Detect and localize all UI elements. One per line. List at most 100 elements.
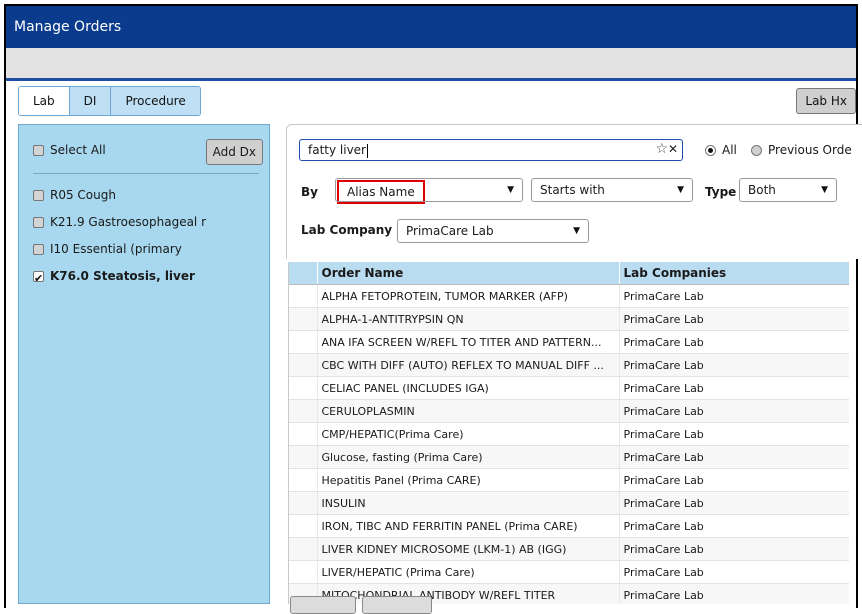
order-name-cell: CELIAC PANEL (INCLUDES IGA) bbox=[317, 376, 620, 400]
diagnosis-checkbox[interactable] bbox=[33, 244, 44, 255]
tab-lab[interactable]: Lab bbox=[19, 87, 70, 115]
order-name-cell: LIVER/HEPATIC (Prima Care) bbox=[317, 560, 620, 584]
chevron-down-icon: ▼ bbox=[821, 185, 828, 195]
lab-company-cell: PrimaCare Lab bbox=[619, 399, 849, 423]
toolbar-strip bbox=[6, 48, 856, 81]
lab-company-cell: PrimaCare Lab bbox=[619, 422, 849, 446]
lab-company-cell: PrimaCare Lab bbox=[619, 445, 849, 469]
select-all-label: Select All bbox=[50, 143, 106, 157]
lab-company-cell: PrimaCare Lab bbox=[619, 514, 849, 538]
table-row[interactable]: CERULOPLASMIN PrimaCare Lab bbox=[289, 399, 849, 423]
diagnosis-checkbox[interactable] bbox=[33, 217, 44, 228]
table-row[interactable]: CMP/HEPATIC(Prima Care) PrimaCare Lab bbox=[289, 422, 849, 446]
lab-company-cell: PrimaCare Lab bbox=[619, 307, 849, 331]
diagnosis-checkbox[interactable] bbox=[33, 190, 44, 201]
diagnosis-panel: Select All Add Dx R05 Cough K21.9 Gastro… bbox=[18, 124, 270, 604]
table-row[interactable]: ALPHA FETOPROTEIN, TUMOR MARKER (AFP) Pri… bbox=[289, 284, 849, 308]
by-label: By bbox=[301, 185, 318, 199]
clear-search-icon[interactable]: ✕ bbox=[668, 142, 678, 156]
radio-previous-orders-option[interactable]: Previous Orde bbox=[751, 143, 852, 157]
chevron-down-icon: ▼ bbox=[677, 185, 684, 195]
lab-company-cell: PrimaCare Lab bbox=[619, 583, 849, 604]
divider bbox=[33, 173, 259, 174]
lab-company-cell: PrimaCare Lab bbox=[619, 560, 849, 584]
lab-company-label: Lab Company bbox=[301, 223, 393, 237]
diagnosis-checkbox-checked[interactable] bbox=[33, 269, 44, 289]
select-all-row[interactable]: Select All bbox=[33, 143, 106, 157]
order-name-cell: IRON, TIBC AND FERRITIN PANEL (Prima CAR… bbox=[317, 514, 620, 538]
column-header-lab-companies[interactable]: Lab Companies bbox=[619, 262, 849, 285]
lab-company-cell: PrimaCare Lab bbox=[619, 468, 849, 492]
table-row[interactable]: IRON, TIBC AND FERRITIN PANEL (Prima CAR… bbox=[289, 514, 849, 538]
table-row[interactable]: CBC WITH DIFF (AUTO) REFLEX TO MANUAL DI… bbox=[289, 353, 849, 377]
chevron-down-icon: ▼ bbox=[507, 185, 514, 195]
lab-company-cell: PrimaCare Lab bbox=[619, 491, 849, 515]
radio-previous-label: Previous Orde bbox=[768, 143, 852, 157]
order-type-tabs: Lab DI Procedure bbox=[18, 86, 201, 116]
table-row[interactable]: LIVER KIDNEY MICROSOME (LKM-1) AB (IGG) P… bbox=[289, 537, 849, 561]
table-row[interactable]: ALPHA-1-ANTITRYPSIN QN PrimaCare Lab bbox=[289, 307, 849, 331]
row-select-cell[interactable] bbox=[289, 445, 318, 469]
row-select-cell[interactable] bbox=[289, 537, 318, 561]
table-row[interactable]: LIVER/HEPATIC (Prima Care) PrimaCare Lab bbox=[289, 560, 849, 584]
select-column-header bbox=[289, 262, 318, 285]
order-name-cell: CERULOPLASMIN bbox=[317, 399, 620, 423]
window-title: Manage Orders bbox=[6, 6, 856, 48]
diagnosis-item[interactable]: R05 Cough bbox=[33, 185, 265, 205]
diagnosis-item[interactable]: K76.0 Steatosis, liver bbox=[33, 266, 265, 289]
order-name-cell: INSULIN bbox=[317, 491, 620, 515]
type-label: Type bbox=[705, 185, 737, 199]
table-row[interactable]: ANA IFA SCREEN W/REFL TO TITER AND PATTE… bbox=[289, 330, 849, 354]
type-select[interactable]: Both ▼ bbox=[739, 178, 837, 202]
row-select-cell[interactable] bbox=[289, 284, 318, 308]
row-select-cell[interactable] bbox=[289, 353, 318, 377]
type-value: Both bbox=[748, 183, 776, 197]
add-dx-button[interactable]: Add Dx bbox=[205, 139, 263, 165]
row-select-cell[interactable] bbox=[289, 376, 318, 400]
diagnosis-list: R05 Cough K21.9 Gastroesophageal r I10 E… bbox=[33, 185, 265, 293]
table-row[interactable]: INSULIN PrimaCare Lab bbox=[289, 491, 849, 515]
row-select-cell[interactable] bbox=[289, 399, 318, 423]
row-select-cell[interactable] bbox=[289, 514, 318, 538]
row-select-cell[interactable] bbox=[289, 422, 318, 446]
tab-di[interactable]: DI bbox=[69, 87, 112, 115]
diagnosis-label: K76.0 Steatosis, liver bbox=[50, 269, 195, 283]
lab-company-cell: PrimaCare Lab bbox=[619, 376, 849, 400]
select-all-checkbox[interactable] bbox=[33, 145, 44, 156]
column-header-order-name[interactable]: Order Name bbox=[317, 262, 620, 285]
row-select-cell[interactable] bbox=[289, 491, 318, 515]
lab-hx-button[interactable]: Lab Hx bbox=[796, 88, 856, 114]
diagnosis-item[interactable]: I10 Essential (primary bbox=[33, 239, 265, 259]
radio-all-button[interactable] bbox=[705, 145, 716, 156]
orders-grid: Order Name Lab Companies ALPHA FETOPROTE… bbox=[288, 262, 849, 604]
order-name-cell: CBC WITH DIFF (AUTO) REFLEX TO MANUAL DI… bbox=[317, 353, 620, 377]
radio-previous-button[interactable] bbox=[751, 145, 762, 156]
diagnosis-label: I10 Essential (primary bbox=[50, 242, 182, 256]
lab-company-select[interactable]: PrimaCare Lab ▼ bbox=[397, 219, 589, 243]
order-name-cell: Glucose, fasting (Prima Care) bbox=[317, 445, 620, 469]
diagnosis-label: K21.9 Gastroesophageal r bbox=[50, 215, 207, 229]
order-name-cell: LIVER KIDNEY MICROSOME (LKM-1) AB (IGG) bbox=[317, 537, 620, 561]
lab-company-cell: PrimaCare Lab bbox=[619, 353, 849, 377]
radio-all-option[interactable]: All bbox=[705, 143, 737, 157]
table-row[interactable]: Hepatitis Panel (Prima CARE) PrimaCare La… bbox=[289, 468, 849, 492]
row-select-cell[interactable] bbox=[289, 560, 318, 584]
table-row[interactable]: Glucose, fasting (Prima Care) PrimaCare L… bbox=[289, 445, 849, 469]
match-mode-select[interactable]: Starts with ▼ bbox=[531, 178, 693, 202]
order-name-cell: ALPHA-1-ANTITRYPSIN QN bbox=[317, 307, 620, 331]
row-select-cell[interactable] bbox=[289, 307, 318, 331]
row-select-cell[interactable] bbox=[289, 468, 318, 492]
bottom-button[interactable] bbox=[362, 596, 432, 614]
order-search-input[interactable]: fatty liver ☆ ✕ bbox=[299, 139, 683, 161]
chevron-down-icon: ▼ bbox=[573, 226, 580, 236]
lab-company-cell: PrimaCare Lab bbox=[619, 537, 849, 561]
search-by-select[interactable]: ▼ bbox=[335, 178, 523, 202]
diagnosis-item[interactable]: K21.9 Gastroesophageal r bbox=[33, 212, 265, 232]
table-row[interactable]: CELIAC PANEL (INCLUDES IGA) PrimaCare Lab bbox=[289, 376, 849, 400]
tab-procedure[interactable]: Procedure bbox=[111, 87, 200, 115]
lab-company-value: PrimaCare Lab bbox=[406, 224, 494, 238]
bottom-button[interactable] bbox=[290, 596, 356, 614]
row-select-cell[interactable] bbox=[289, 330, 318, 354]
favorite-star-icon[interactable]: ☆ bbox=[655, 141, 668, 157]
diagnosis-label: R05 Cough bbox=[50, 188, 116, 202]
